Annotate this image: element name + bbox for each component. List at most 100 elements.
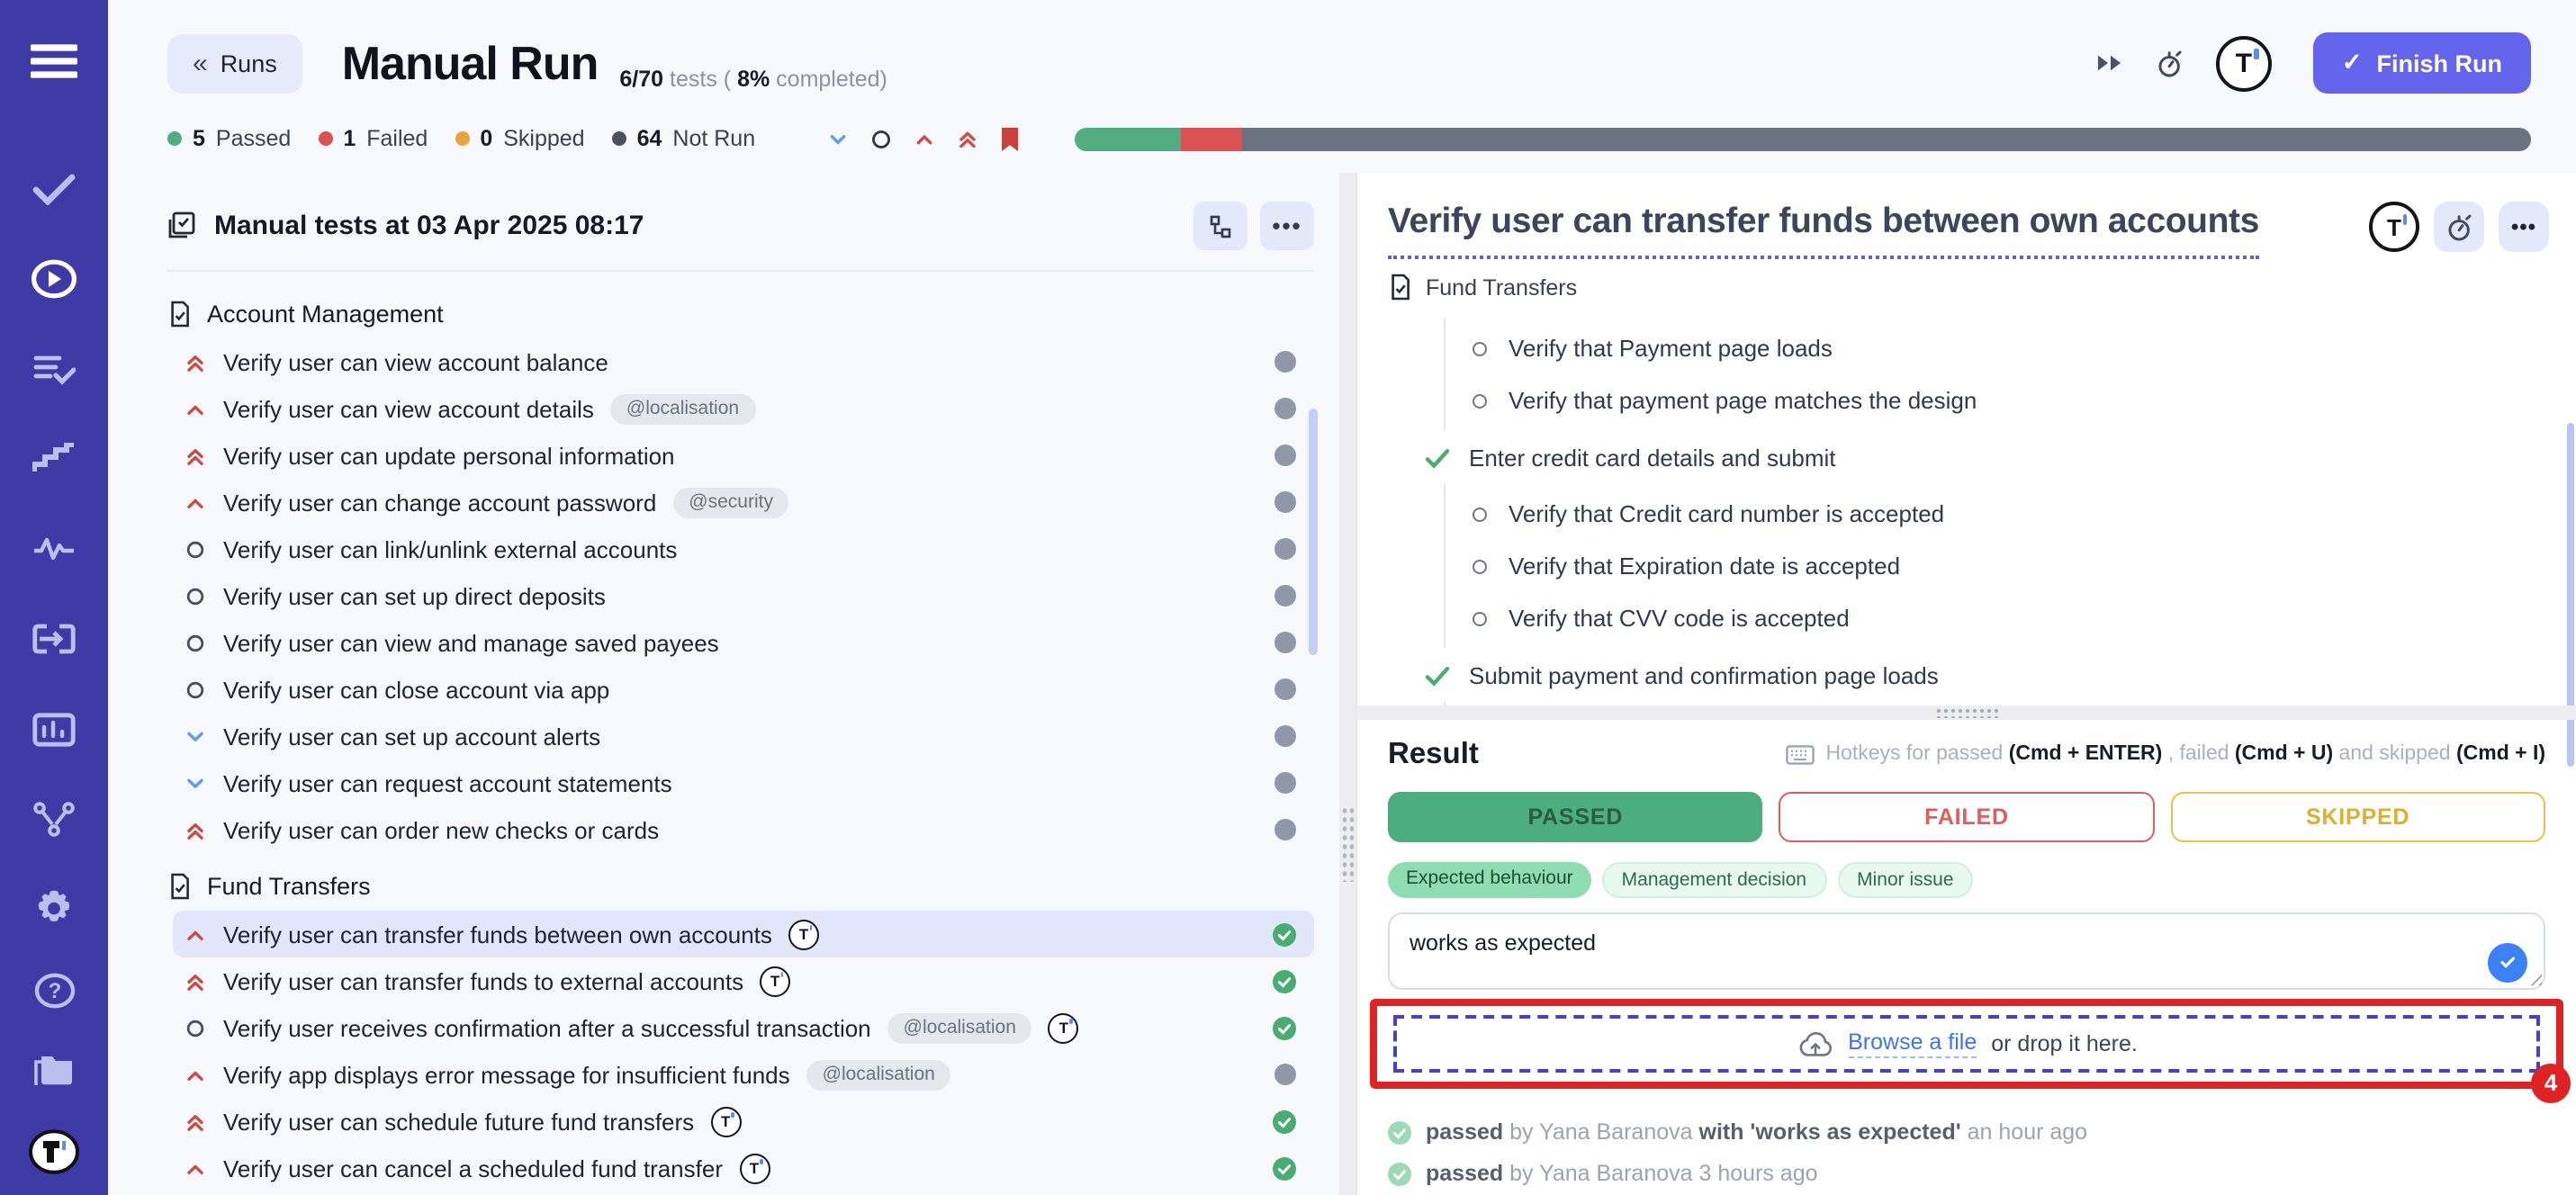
test-row[interactable]: Verify user can set up account alerts bbox=[173, 713, 1314, 759]
filter-circle-icon[interactable] bbox=[869, 127, 892, 150]
substep-row[interactable]: Verify that payment page matches the des… bbox=[1473, 374, 2545, 427]
sidebar-menu-icon[interactable] bbox=[18, 25, 90, 97]
sidebar-check-icon[interactable] bbox=[18, 153, 90, 225]
status-label: Not Run bbox=[672, 126, 755, 151]
history-part: by Yana Baranova bbox=[1503, 1120, 1698, 1146]
test-row[interactable]: Verify user can order new checks or card… bbox=[173, 806, 1314, 853]
suite-header[interactable]: Account Management bbox=[167, 288, 1314, 338]
left-scrollbar[interactable] bbox=[1309, 409, 1318, 655]
finish-run-button[interactable]: ✓ Finish Run bbox=[2313, 32, 2531, 94]
sidebar-pulse-icon[interactable] bbox=[18, 513, 90, 585]
history-text: passed by Yana Baranova 3 hours ago bbox=[1426, 1162, 1818, 1187]
quick-tag[interactable]: Management decision bbox=[1602, 862, 1826, 898]
run-progress-bar bbox=[1074, 127, 2531, 150]
quick-tag[interactable]: Minor issue bbox=[1837, 862, 1973, 898]
substep-row[interactable]: Verify that Credit card number is accept… bbox=[1473, 488, 2545, 540]
back-to-runs-button[interactable]: « Runs bbox=[167, 33, 302, 93]
test-title[interactable]: Verify user can transfer funds between o… bbox=[1388, 202, 2259, 259]
test-tag: @localisation bbox=[887, 1012, 1032, 1043]
check-icon bbox=[2499, 952, 2517, 972]
result-passed-button[interactable]: PASSED bbox=[1388, 792, 1763, 842]
status-dot-icon bbox=[318, 131, 332, 146]
test-row[interactable]: Verify user can schedule future fund tra… bbox=[173, 1098, 1314, 1145]
test-row[interactable]: Verify user can link/unlink external acc… bbox=[173, 526, 1314, 572]
test-row[interactable]: Verify user can view account details@loc… bbox=[173, 385, 1314, 432]
sidebar-analytics-icon[interactable] bbox=[18, 693, 90, 765]
test-row[interactable]: Verify user can update personal informat… bbox=[173, 432, 1314, 479]
test-row[interactable]: Verify user can change account password @… bbox=[173, 479, 1314, 526]
status-notrun-icon bbox=[1274, 538, 1296, 560]
substep-row[interactable]: Verify that Payment page loads bbox=[1473, 322, 2545, 374]
stopwatch-icon[interactable] bbox=[2155, 48, 2185, 78]
history-text: passed by Yana Baranova with 'works as e… bbox=[1426, 1120, 2087, 1146]
test-row[interactable]: Verify user can transfer funds to extern… bbox=[173, 957, 1314, 1004]
filter-chevron-up-icon[interactable] bbox=[912, 127, 935, 150]
test-row[interactable]: Verify user can request account statemen… bbox=[173, 759, 1314, 806]
test-row[interactable]: Verify app displays error message for in… bbox=[173, 1051, 1314, 1098]
panel-resize-handle[interactable] bbox=[1339, 173, 1356, 1195]
history-passed-icon bbox=[1388, 1163, 1411, 1186]
test-row[interactable]: Verify user can set up recurring fund tr… bbox=[173, 1191, 1314, 1195]
test-title: Verify user can change account password bbox=[223, 489, 656, 516]
quick-tag[interactable]: Expected behaviour bbox=[1388, 862, 1591, 898]
substep-row[interactable]: Verify that Expiration date is accepted bbox=[1473, 540, 2545, 592]
test-row[interactable]: Verify user can set up direct deposits bbox=[173, 572, 1314, 619]
sidebar-profile-logo-icon[interactable] bbox=[18, 1116, 90, 1188]
textarea-resize-icon[interactable] bbox=[2526, 969, 2542, 985]
filter-bookmark-icon[interactable] bbox=[998, 125, 1020, 152]
testomat-linked-icon: T bbox=[739, 1153, 770, 1183]
suite-header[interactable]: Fund Transfers bbox=[167, 860, 1314, 911]
test-status bbox=[1274, 398, 1296, 419]
substep-text: Verify that Payment page loads bbox=[1509, 335, 1833, 362]
test-row[interactable]: Verify user can close account via app bbox=[173, 666, 1314, 713]
sidebar-branches-icon[interactable] bbox=[18, 783, 90, 855]
priority-high-icon bbox=[184, 397, 207, 420]
browse-file-link[interactable]: Browse a file bbox=[1848, 1029, 1977, 1058]
test-title: Verify user can close account via app bbox=[223, 676, 609, 703]
tree-view-button[interactable] bbox=[1193, 202, 1247, 250]
test-row[interactable]: Verify user can view and manage saved pa… bbox=[173, 619, 1314, 666]
test-row[interactable]: Verify user can view account balance bbox=[173, 338, 1314, 385]
sidebar-steps-icon[interactable] bbox=[18, 423, 90, 495]
timer-button[interactable] bbox=[2434, 202, 2484, 252]
sidebar-import-icon[interactable] bbox=[18, 603, 90, 675]
test-row[interactable]: Verify user can cancel a scheduled fund … bbox=[173, 1145, 1314, 1191]
suite-breadcrumb[interactable]: Fund Transfers bbox=[1388, 274, 2545, 301]
status-row: 5 Passed1 Failed0 Skipped64 Not Run bbox=[108, 104, 2576, 173]
test-title: Verify user can update personal informat… bbox=[223, 442, 675, 469]
test-tag: @security bbox=[672, 487, 789, 517]
sidebar-projects-icon[interactable] bbox=[18, 1035, 90, 1107]
test-detail-panel: Verify user can transfer funds between o… bbox=[1356, 173, 2576, 1195]
step-row[interactable]: Enter credit card details and submit bbox=[1424, 430, 2545, 484]
submit-comment-button[interactable] bbox=[2488, 942, 2527, 982]
fast-forward-icon[interactable] bbox=[2094, 50, 2124, 76]
file-dropzone[interactable]: Browse a file or drop it here. bbox=[1393, 1014, 2540, 1073]
result-failed-button[interactable]: FAILED bbox=[1779, 792, 2155, 842]
filter-double-chevron-up-icon[interactable] bbox=[955, 127, 978, 150]
sidebar-run-icon[interactable] bbox=[18, 243, 90, 315]
priority-normal-icon bbox=[184, 584, 207, 607]
sidebar-help-icon[interactable]: ? bbox=[18, 954, 90, 1026]
step-row[interactable]: Submit payment and confirmation page loa… bbox=[1424, 648, 2545, 702]
list-more-button[interactable]: ••• bbox=[1260, 202, 1314, 250]
hotkeys-hint: Hotkeys for passed (Cmd + ENTER) , faile… bbox=[1786, 744, 2545, 766]
comment-input[interactable]: works as expected bbox=[1390, 914, 2544, 972]
test-row[interactable]: Verify user receives confirmation after … bbox=[173, 1004, 1314, 1051]
sidebar-settings-icon[interactable] bbox=[18, 873, 90, 945]
detail-more-button[interactable]: ••• bbox=[2499, 202, 2549, 252]
testomat-link-icon[interactable]: T bbox=[2369, 202, 2419, 252]
filter-chevron-down-icon[interactable] bbox=[825, 127, 849, 150]
status-dot-icon bbox=[455, 131, 469, 146]
steps-resize-handle[interactable] bbox=[1357, 705, 2576, 720]
sidebar-test-list-icon[interactable] bbox=[18, 333, 90, 405]
svg-text:?: ? bbox=[48, 978, 61, 1002]
result-skipped-button[interactable]: SKIPPED bbox=[2170, 792, 2545, 842]
test-row[interactable]: Verify user can transfer funds between o… bbox=[173, 911, 1314, 957]
test-title: Verify user receives confirmation after … bbox=[223, 1014, 871, 1041]
stopwatch-icon bbox=[2444, 211, 2474, 242]
test-plan-header: Manual tests at 03 Apr 2025 08:17 ••• bbox=[167, 202, 1314, 272]
priority-highest-icon bbox=[184, 818, 207, 841]
priority-normal-icon bbox=[184, 678, 207, 701]
testomat-logo-icon[interactable]: T bbox=[2216, 35, 2272, 91]
substep-row[interactable]: Verify that CVV code is accepted bbox=[1473, 592, 2545, 644]
